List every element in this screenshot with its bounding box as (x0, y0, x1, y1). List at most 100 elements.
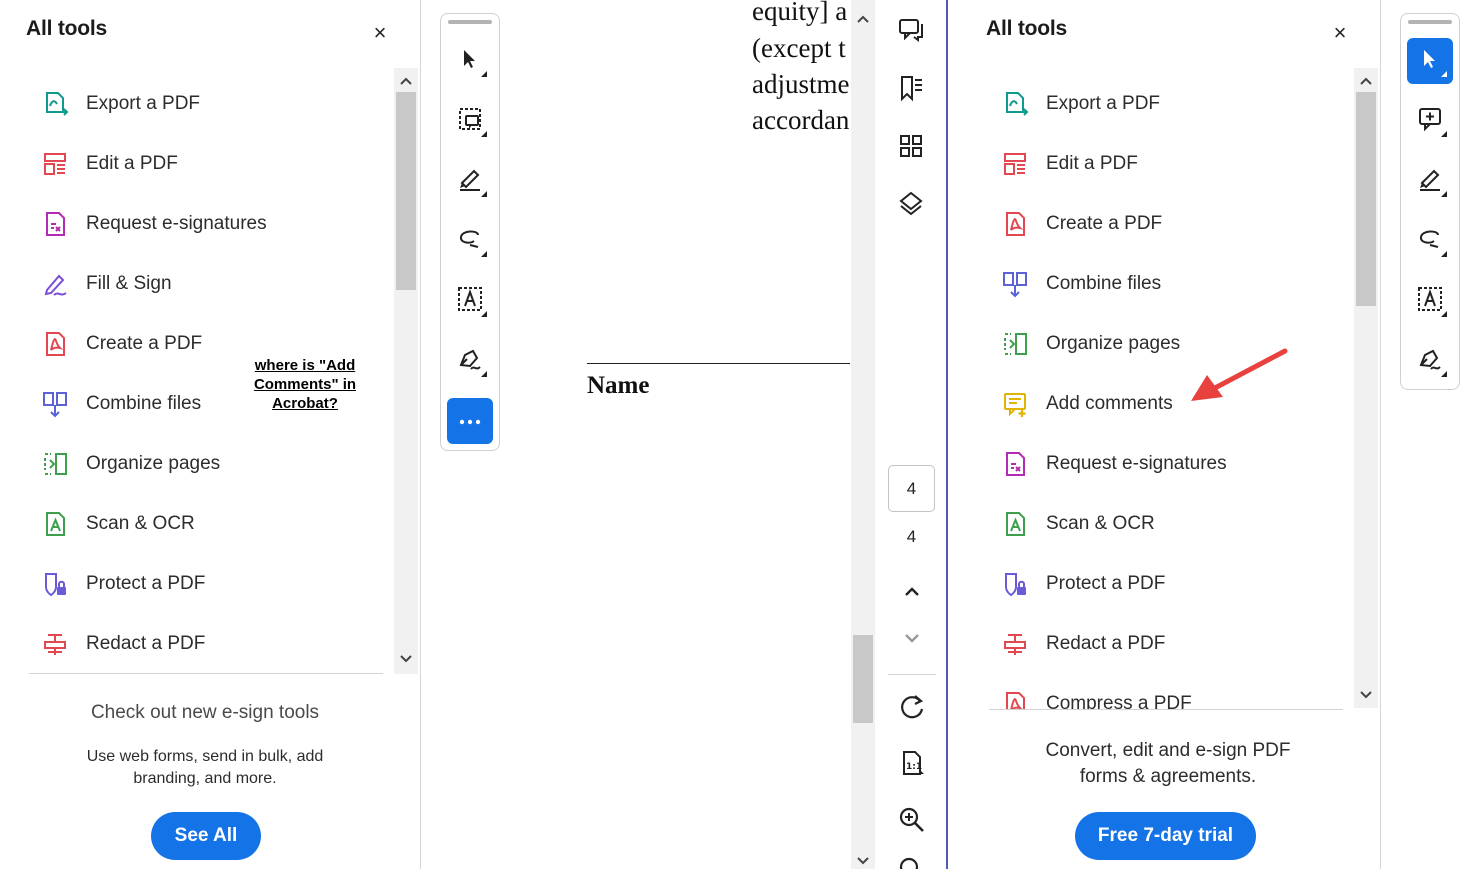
doc-scroll-up-icon[interactable] (852, 8, 874, 30)
highlight-tool-button[interactable] (447, 158, 493, 204)
left-quick-toolbar (440, 13, 500, 451)
tool-label: Protect a PDF (1046, 573, 1166, 594)
right-sign-button[interactable] (1407, 338, 1453, 384)
text-tool-button[interactable] (447, 278, 493, 324)
right-tool-request-e-signatures[interactable]: Request e-signatures (1000, 442, 1227, 486)
right-highlight-button[interactable] (1407, 158, 1453, 204)
left-tool-edit-a-pdf[interactable]: Edit a PDF (40, 142, 178, 186)
left-tool-fill-sign[interactable]: Fill & Sign (40, 262, 172, 306)
scan-ocr-icon (1000, 509, 1030, 539)
thumbnails-panel-button[interactable] (891, 128, 931, 168)
right-quick-toolbar (1400, 13, 1460, 390)
right-toolbar-grip[interactable] (1408, 20, 1452, 24)
next-page-button[interactable] (892, 621, 932, 661)
tool-label: Request e-signatures (1046, 453, 1227, 474)
tool-label: Compress a PDF (1046, 693, 1192, 709)
left-tool-protect-a-pdf[interactable]: Protect a PDF (40, 562, 205, 606)
compress-pdf-icon (1000, 689, 1030, 709)
document-view[interactable]: equity] a (except t adjustme accordan Na… (521, 0, 850, 869)
red-arrow-annotation (1191, 348, 1288, 401)
right-tool-add-comments[interactable]: Add comments (1000, 382, 1173, 426)
more-dots-icon (458, 412, 482, 430)
left-promo-text-line2: branding, and more. (133, 770, 277, 787)
left-tool-create-a-pdf[interactable]: Create a PDF (40, 322, 202, 366)
right-tool-export-a-pdf[interactable]: Export a PDF (1000, 82, 1160, 126)
tool-label: Edit a PDF (1046, 153, 1138, 174)
sign-tool-button[interactable] (447, 338, 493, 384)
right-select-tool-button[interactable] (1407, 38, 1453, 84)
left-tool-scan-ocr[interactable]: Scan & OCR (40, 502, 195, 546)
scan-ocr-icon (40, 509, 70, 539)
left-tool-combine-files[interactable]: Combine files (40, 382, 201, 426)
right-tool-compress-a-pdf[interactable]: Compress a PDF (1000, 682, 1192, 709)
bookmark-icon (897, 74, 925, 107)
right-tool-edit-a-pdf[interactable]: Edit a PDF (1000, 142, 1138, 186)
right-promo-text-line1: Convert, edit and e-sign PDF (1045, 740, 1291, 761)
zoom-out-button[interactable] (892, 852, 932, 869)
pen-sign-icon (1416, 345, 1444, 378)
left-tool-export-a-pdf[interactable]: Export a PDF (40, 82, 200, 126)
see-all-button[interactable]: See All (151, 812, 261, 860)
page-number-input[interactable]: 4 (888, 465, 935, 512)
document-scrollbar[interactable] (851, 0, 875, 869)
redact-pdf-icon (1000, 629, 1030, 659)
redact-pdf-icon (40, 629, 70, 659)
bookmarks-panel-button[interactable] (891, 70, 931, 110)
tool-label: Create a PDF (1046, 213, 1163, 234)
left-scroll-down-icon[interactable] (395, 648, 417, 670)
left-tool-redact-a-pdf[interactable]: Redact a PDF (40, 622, 205, 666)
tool-label: Add comments (1046, 393, 1173, 414)
rotate-page-button[interactable] (892, 689, 932, 729)
doc-scroll-down-icon[interactable] (852, 850, 874, 869)
zoom-in-button[interactable] (892, 802, 932, 842)
create-pdf-icon (1000, 209, 1030, 239)
right-scroll-up-icon[interactable] (1355, 70, 1377, 92)
right-add-comment-button[interactable] (1407, 98, 1453, 144)
previous-page-button[interactable] (892, 573, 932, 613)
right-tool-combine-files[interactable]: Combine files (1000, 262, 1161, 306)
left-tool-request-e-signatures[interactable]: Request e-signatures (40, 202, 267, 246)
add-comment-tool-button[interactable] (447, 98, 493, 144)
right-tool-create-a-pdf[interactable]: Create a PDF (1000, 202, 1162, 246)
right-scroll-down-icon[interactable] (1355, 684, 1377, 706)
freehand-draw-icon (1416, 225, 1444, 258)
right-text-button[interactable] (1407, 278, 1453, 324)
left-panel-title: All tools (26, 17, 108, 40)
protect-pdf-icon (1000, 569, 1030, 599)
right-panel-divider (989, 709, 1343, 710)
organize-pages-icon (1000, 329, 1030, 359)
request-esign-icon (40, 209, 70, 239)
left-tool-organize-pages[interactable]: Organize pages (40, 442, 220, 486)
doc-heading: Name (587, 372, 650, 399)
add-comment-icon (1416, 105, 1444, 138)
tool-label: Redact a PDF (86, 633, 206, 654)
tool-label: Organize pages (1046, 333, 1181, 354)
freehand-draw-icon (456, 225, 484, 258)
actual-size-button[interactable]: 1:1 (892, 745, 932, 785)
layers-panel-button[interactable] (891, 186, 931, 226)
comments-panel-button[interactable] (891, 12, 931, 52)
right-panel-scroll-thumb[interactable] (1356, 92, 1376, 306)
toolbar-grip[interactable] (448, 20, 492, 24)
right-tool-redact-a-pdf[interactable]: Redact a PDF (1000, 622, 1165, 666)
right-tool-scan-ocr[interactable]: Scan & OCR (1000, 502, 1155, 546)
cursor-icon (1418, 47, 1442, 76)
chevron-up-icon (903, 584, 921, 602)
request-esign-icon (1000, 449, 1030, 479)
document-scroll-thumb[interactable] (853, 635, 873, 723)
left-panel-close-button[interactable]: × (369, 22, 391, 44)
right-tool-organize-pages[interactable]: Organize pages (1000, 322, 1180, 366)
tool-label: Scan & OCR (1046, 513, 1155, 534)
right-tool-protect-a-pdf[interactable]: Protect a PDF (1000, 562, 1165, 606)
tool-label: Scan & OCR (86, 513, 195, 534)
draw-tool-button[interactable] (447, 218, 493, 264)
left-all-tools-panel: All tools × Export a PDF Edit a PDF Reques… (0, 0, 420, 869)
doc-line-2: (except t (752, 33, 846, 63)
select-tool-button[interactable] (447, 38, 493, 84)
annotation-line1: where is "Add (254, 357, 356, 374)
left-panel-scroll-thumb[interactable] (396, 92, 416, 290)
free-trial-button[interactable]: Free 7-day trial (1075, 812, 1256, 860)
right-draw-button[interactable] (1407, 218, 1453, 264)
more-tools-button[interactable] (447, 398, 493, 444)
left-scroll-up-icon[interactable] (395, 70, 417, 92)
